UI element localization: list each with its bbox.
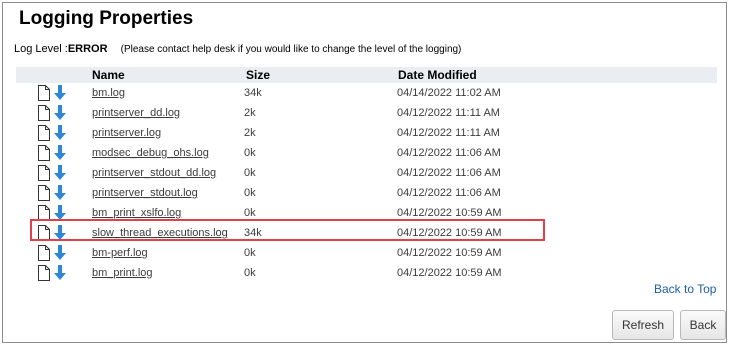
file-date-modified: 04/12/2022 11:06 AM: [397, 167, 501, 179]
download-arrow-icon[interactable]: [54, 245, 66, 261]
file-size: 2k: [244, 127, 256, 139]
file-date-modified: 04/12/2022 10:59 AM: [397, 207, 502, 219]
file-icon[interactable]: [38, 85, 50, 101]
row-icons: [38, 103, 74, 123]
table-row: printserver_stdout_dd.log 0k 04/12/2022 11…: [16, 163, 717, 183]
file-size: 34k: [244, 227, 262, 239]
download-arrow-icon[interactable]: [54, 145, 66, 161]
file-icon[interactable]: [38, 245, 50, 261]
file-name-link[interactable]: bm.log: [92, 87, 125, 99]
file-icon[interactable]: [38, 105, 50, 121]
row-icons: [38, 143, 74, 163]
file-size: 0k: [244, 247, 256, 259]
row-icons: [38, 83, 74, 103]
file-icon[interactable]: [38, 125, 50, 141]
table-row: modsec_debug_ohs.log 0k 04/12/2022 11:06 A…: [16, 143, 717, 163]
back-to-top-link[interactable]: Back to Top: [654, 282, 716, 296]
file-icon[interactable]: [38, 165, 50, 181]
file-name-link[interactable]: printserver_stdout.log: [92, 187, 198, 199]
download-arrow-icon[interactable]: [54, 185, 66, 201]
file-name-link[interactable]: slow_thread_executions.log: [92, 227, 228, 239]
column-header-date: Date Modified: [398, 68, 477, 82]
file-date-modified: 04/12/2022 11:06 AM: [397, 187, 501, 199]
file-name-link[interactable]: printserver_dd.log: [92, 107, 180, 119]
download-arrow-icon[interactable]: [54, 105, 66, 121]
back-button[interactable]: Back: [680, 310, 726, 340]
file-name-link[interactable]: bm-perf.log: [92, 247, 148, 259]
refresh-button[interactable]: Refresh: [612, 310, 674, 340]
download-arrow-icon[interactable]: [54, 85, 66, 101]
file-date-modified: 04/12/2022 10:59 AM: [397, 247, 502, 259]
row-icons: [38, 223, 74, 243]
column-header-name: Name: [92, 68, 125, 82]
file-icon[interactable]: [38, 225, 50, 241]
table-header: Name Size Date Modified: [16, 67, 717, 83]
download-arrow-icon[interactable]: [54, 165, 66, 181]
file-icon[interactable]: [38, 205, 50, 221]
table-row: printserver_stdout.log 0k 04/12/2022 11:06…: [16, 183, 717, 203]
file-date-modified: 04/14/2022 11:02 AM: [397, 87, 501, 99]
file-date-modified: 04/12/2022 11:06 AM: [397, 147, 501, 159]
file-date-modified: 04/12/2022 10:59 AM: [397, 227, 502, 239]
file-date-modified: 04/12/2022 11:11 AM: [397, 127, 500, 139]
page-title: Logging Properties: [19, 8, 194, 29]
download-arrow-icon[interactable]: [54, 265, 66, 281]
file-size: 34k: [244, 87, 262, 99]
file-size: 0k: [244, 207, 256, 219]
row-icons: [38, 183, 74, 203]
table-row: bm.log 34k 04/14/2022 11:02 AM: [16, 83, 717, 103]
log-level-value: ERROR: [67, 43, 108, 55]
file-name-link[interactable]: modsec_debug_ohs.log: [92, 147, 209, 159]
logging-panel: Logging Properties Log Level :ERROR (Ple…: [2, 2, 727, 343]
table-row: bm_print.log 0k 04/12/2022 10:59 AM: [16, 263, 717, 283]
table-row: bm-perf.log 0k 04/12/2022 10:59 AM: [16, 243, 717, 263]
file-name-link[interactable]: printserver.log: [92, 127, 161, 139]
log-level-note: (Please contact help desk if you would l…: [120, 44, 462, 55]
file-size: 0k: [244, 187, 256, 199]
file-size: 2k: [244, 107, 256, 119]
file-size: 0k: [244, 267, 256, 279]
download-arrow-icon[interactable]: [54, 125, 66, 141]
log-level-label: Log Level :: [14, 43, 68, 55]
file-name-link[interactable]: bm_print.log: [92, 267, 153, 279]
file-name-link[interactable]: printserver_stdout_dd.log: [92, 167, 216, 179]
file-icon[interactable]: [38, 145, 50, 161]
column-header-size: Size: [246, 68, 271, 82]
file-icon[interactable]: [38, 265, 50, 281]
row-icons: [38, 163, 74, 183]
file-size: 0k: [244, 147, 256, 159]
row-icons: [38, 203, 74, 223]
log-level-line: Log Level :ERROR (Please contact help de…: [14, 43, 461, 55]
table-row: bm_print_xslfo.log 0k 04/12/2022 10:59 AM: [16, 203, 717, 223]
file-name-link[interactable]: bm_print_xslfo.log: [92, 207, 181, 219]
table-row: slow_thread_executions.log 34k 04/12/2022 …: [16, 223, 717, 243]
file-size: 0k: [244, 167, 256, 179]
file-icon[interactable]: [38, 185, 50, 201]
file-date-modified: 04/12/2022 10:59 AM: [397, 267, 502, 279]
download-arrow-icon[interactable]: [54, 205, 66, 221]
row-icons: [38, 243, 74, 263]
file-date-modified: 04/12/2022 11:11 AM: [397, 107, 500, 119]
download-arrow-icon[interactable]: [54, 225, 66, 241]
row-icons: [38, 263, 74, 283]
row-icons: [38, 123, 74, 143]
table-row: printserver_dd.log 2k 04/12/2022 11:11 AM: [16, 103, 717, 123]
table-row: printserver.log 2k 04/12/2022 11:11 AM: [16, 123, 717, 143]
